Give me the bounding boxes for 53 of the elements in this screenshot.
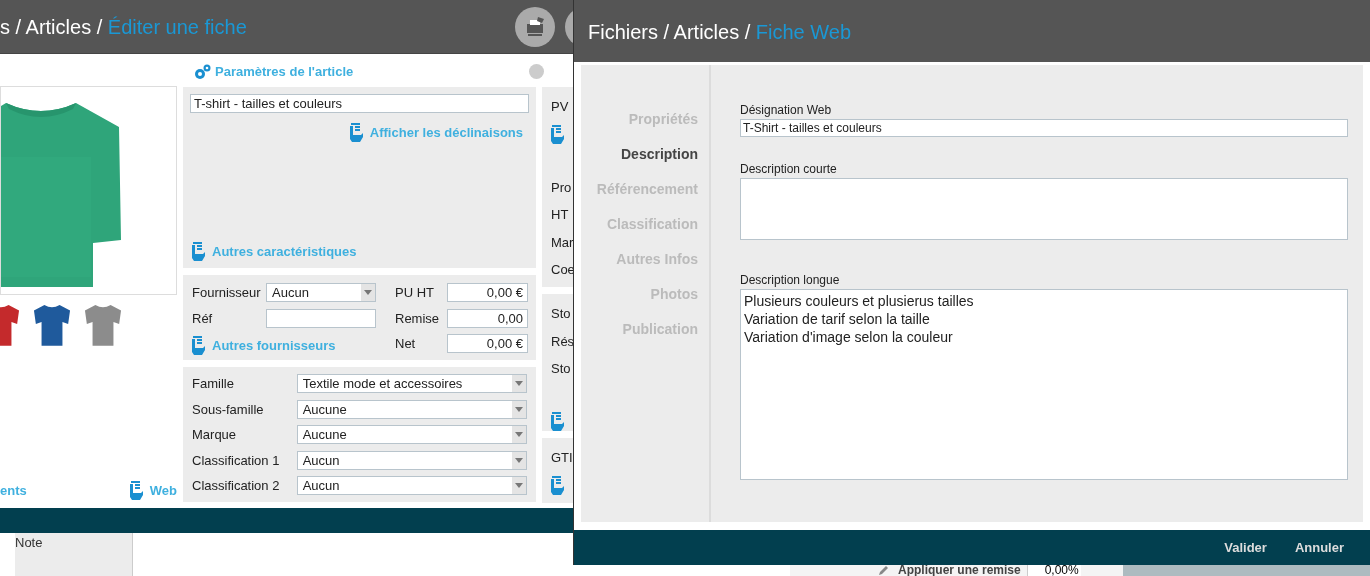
dropdown[interactable]: Aucun xyxy=(266,283,376,303)
t-shirt-thumbnail[interactable] xyxy=(84,303,122,347)
hand-document-icon xyxy=(551,124,566,144)
field-label: Réf xyxy=(192,309,214,328)
field-label: GTI xyxy=(551,449,574,467)
nav-tab[interactable]: Description xyxy=(621,145,698,163)
price-field[interactable]: 0,00 € xyxy=(447,283,528,303)
t-shirt-thumbnail[interactable] xyxy=(33,303,71,347)
field-label: PU HT xyxy=(395,284,435,302)
input-field[interactable]: T-Shirt - tailles et couleurs xyxy=(740,119,1348,137)
hand-document-icon xyxy=(192,241,207,261)
note-tab[interactable]: Note xyxy=(15,533,133,576)
field-label: PV xyxy=(551,98,570,116)
reference-field[interactable] xyxy=(266,308,376,328)
hand-document-icon xyxy=(192,336,207,356)
field-label: Fournisseur xyxy=(192,284,262,302)
field-label: Appliquer une remise xyxy=(898,564,1021,576)
dropdown[interactable]: Textile mode et accessoires xyxy=(296,374,527,394)
field-label: HT xyxy=(551,206,570,224)
field-label: Pro xyxy=(551,178,573,197)
field-label: Sous-famille xyxy=(192,400,265,419)
field-label: Classification 1 xyxy=(192,451,281,470)
field-label: Sto xyxy=(551,305,572,323)
hand-document-icon xyxy=(129,480,145,500)
register-icon[interactable] xyxy=(515,6,555,47)
field-label: Rés xyxy=(551,332,576,351)
text-area[interactable]: Plusieurs couleurs et plusierus tailles Variation de tarif selon la taille Variation d'image selon la couleur xyxy=(740,289,1348,480)
window-title: s / Articles / Éditer une fiche xyxy=(0,14,247,40)
price-field[interactable]: 0,00 xyxy=(447,308,528,328)
name-field[interactable]: T-shirt - tailles et couleurs xyxy=(190,94,529,113)
hand-document-icon xyxy=(349,123,365,143)
hand-document-icon xyxy=(551,475,566,495)
field-label: Classification 2 xyxy=(192,477,281,495)
gears-icon xyxy=(193,63,211,80)
hand-document-icon xyxy=(551,412,566,431)
field-label: Mar xyxy=(551,233,575,252)
field-label: Désignation Web xyxy=(740,103,833,118)
section-title: Paramètres de l'article xyxy=(215,62,354,81)
dropdown[interactable]: Aucune xyxy=(296,425,527,445)
field-label: Remise xyxy=(395,309,441,328)
price-field[interactable]: 0,00 € xyxy=(447,334,528,354)
dialog-button[interactable]: Valider xyxy=(1224,537,1267,558)
window-title: Fichiers / Articles / Fiche Web xyxy=(588,20,852,45)
field-label: Sto xyxy=(551,360,572,378)
dropdown[interactable]: Aucun xyxy=(296,476,527,496)
field-label: Famille xyxy=(192,375,235,393)
dialog-button[interactable]: Annuler xyxy=(1294,537,1344,558)
dropdown[interactable]: Aucun xyxy=(296,450,527,470)
dropdown[interactable]: Aucune xyxy=(296,399,527,419)
field-label: Net xyxy=(395,335,417,353)
field-label: Description courte xyxy=(740,162,838,177)
field-label: Marque xyxy=(192,426,238,444)
field-label: Description longue xyxy=(740,273,841,288)
